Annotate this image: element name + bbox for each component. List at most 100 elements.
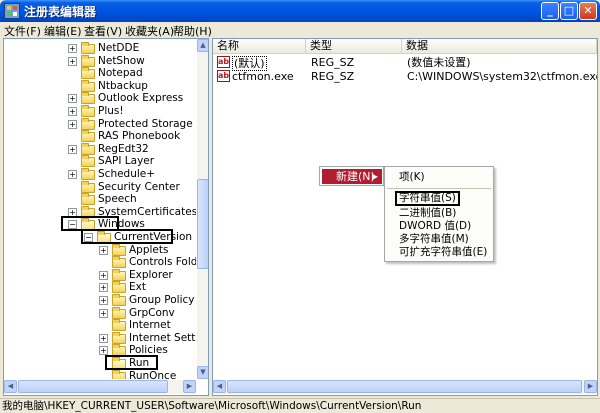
context-menu-new[interactable]: 新建(N) ▶ bbox=[322, 169, 382, 184]
minimize-button[interactable]: _ bbox=[541, 2, 559, 20]
scroll-left-button[interactable]: ◀ bbox=[4, 380, 17, 393]
folder-icon bbox=[81, 117, 95, 130]
window-title: 注册表编辑器 bbox=[24, 5, 97, 19]
tree-item[interactable]: Internet bbox=[4, 319, 196, 332]
expand-icon[interactable]: + bbox=[68, 94, 77, 104]
scroll-left-button[interactable]: ◀ bbox=[213, 380, 226, 393]
folder-icon bbox=[112, 268, 126, 281]
menu-favorites[interactable]: 收藏夹(A) bbox=[125, 23, 174, 39]
list-horizontal-scrollbar[interactable]: ◀ ▶ bbox=[213, 380, 597, 394]
maximize-button[interactable]: □ bbox=[560, 2, 578, 20]
expand-icon[interactable]: + bbox=[68, 56, 77, 66]
column-header-name[interactable]: 名称 bbox=[213, 39, 306, 54]
menu-edit[interactable]: 编辑(E) bbox=[44, 23, 82, 39]
string-value-icon: ab bbox=[217, 56, 230, 68]
folder-icon bbox=[81, 105, 95, 117]
context-menu: 新建(N) ▶ bbox=[319, 166, 384, 186]
tree-item-label: SAPI Layer bbox=[98, 155, 155, 168]
scroll-right-button[interactable]: ▶ bbox=[183, 380, 196, 393]
tree-item-label: Ext bbox=[129, 281, 146, 294]
folder-icon bbox=[81, 92, 95, 105]
expand-icon[interactable]: + bbox=[99, 283, 108, 293]
tree-hscroll-thumb[interactable] bbox=[18, 380, 168, 393]
expand-icon[interactable]: + bbox=[99, 245, 108, 255]
submenu-item-expandable-string-value[interactable]: 可扩充字符串值(E) bbox=[399, 246, 487, 259]
tree-item[interactable]: + Ext bbox=[4, 281, 196, 294]
title-bar[interactable]: 注册表编辑器 _ □ ✕ bbox=[0, 0, 600, 22]
tree-item[interactable]: + RegEdt32 bbox=[4, 142, 196, 156]
tree-item-label: RegEdt32 bbox=[98, 142, 149, 155]
tree-item[interactable]: + Plus! bbox=[4, 105, 196, 118]
expand-icon[interactable]: + bbox=[99, 270, 108, 280]
tree-item-label: RAS Phonebook bbox=[98, 130, 181, 143]
tree-item[interactable]: Notepad bbox=[4, 67, 196, 80]
expand-icon[interactable]: + bbox=[68, 119, 77, 129]
expand-icon[interactable]: + bbox=[68, 170, 77, 179]
expand-icon[interactable]: + bbox=[68, 107, 77, 116]
value-data: C:\WINDOWS\system32\ctfmon.exe bbox=[407, 70, 598, 83]
tree-item[interactable]: Ntbackup bbox=[4, 79, 196, 93]
context-menu-new-label: 新建(N) bbox=[336, 170, 375, 183]
submenu-item-key[interactable]: 项(K) bbox=[399, 171, 425, 184]
expand-icon[interactable]: + bbox=[99, 308, 108, 318]
folder-icon bbox=[112, 243, 126, 256]
tree-item[interactable]: SAPI Layer bbox=[4, 155, 196, 168]
column-header-data[interactable]: 数据 bbox=[402, 39, 597, 54]
value-type: REG_SZ bbox=[311, 70, 355, 83]
tree-item[interactable]: Run bbox=[4, 357, 196, 370]
tree-item-label: Outlook Express bbox=[98, 92, 184, 105]
tree-scroll-thumb[interactable] bbox=[197, 179, 208, 269]
key-tree-pane[interactable]: + NetDDE + NetShow Notepad Ntbackup + Outlook E… bbox=[3, 38, 209, 396]
folder-icon bbox=[112, 294, 126, 306]
expand-icon[interactable]: + bbox=[99, 333, 108, 343]
tree-item[interactable]: + GrpConv bbox=[4, 306, 196, 320]
tree-horizontal-scrollbar[interactable]: ◀ ▶ bbox=[4, 380, 196, 394]
annotation-box bbox=[81, 229, 173, 244]
menu-help[interactable]: 帮助(H) bbox=[173, 23, 212, 39]
submenu-item-string-value[interactable]: 字符串值(S) bbox=[395, 191, 460, 206]
tree-item[interactable]: + NetDDE bbox=[4, 42, 196, 55]
tree-item[interactable]: + Applets bbox=[4, 243, 196, 257]
expand-icon[interactable]: + bbox=[68, 44, 77, 53]
folder-icon bbox=[81, 180, 95, 193]
scroll-up-button[interactable]: ▲ bbox=[197, 39, 208, 52]
tree-item[interactable]: + Policies bbox=[4, 344, 196, 357]
folder-icon bbox=[81, 54, 95, 67]
value-row[interactable]: ab ctfmon.exe REG_SZ C:\WINDOWS\system32… bbox=[215, 70, 598, 84]
tree-item[interactable]: + Protected Storage System bbox=[4, 117, 196, 131]
tree-item[interactable]: + Outlook Express bbox=[4, 92, 196, 105]
close-button[interactable]: ✕ bbox=[579, 2, 597, 20]
tree-item[interactable]: RAS Phonebook bbox=[4, 130, 196, 143]
folder-icon bbox=[112, 331, 126, 344]
tree-item[interactable]: Speech bbox=[4, 193, 196, 206]
menu-file[interactable]: 文件(F) bbox=[4, 23, 41, 39]
expand-icon[interactable]: + bbox=[68, 144, 77, 154]
expand-icon[interactable]: + bbox=[99, 296, 108, 305]
status-bar: 我的电脑\HKEY_CURRENT_USER\Software\Microsof… bbox=[0, 398, 600, 413]
scroll-right-button[interactable]: ▶ bbox=[584, 380, 597, 393]
tree-item[interactable]: + Internet Settings bbox=[4, 331, 196, 345]
list-hscroll-thumb[interactable] bbox=[227, 380, 582, 393]
tree-vertical-scrollbar[interactable]: ▲ ▼ bbox=[197, 39, 208, 379]
menu-view[interactable]: 查看(V) bbox=[84, 23, 122, 39]
submenu-item-binary-value[interactable]: 二进制值(B) bbox=[399, 207, 456, 220]
tree-item-label: Internet Settings bbox=[129, 331, 196, 344]
tree-item-label: Controls Folder bbox=[129, 256, 196, 269]
tree-item[interactable]: + Explorer bbox=[4, 268, 196, 282]
tree-item[interactable]: + Group Policy bbox=[4, 294, 196, 307]
tree-item-label: Schedule+ bbox=[98, 168, 156, 180]
value-type: REG_SZ bbox=[311, 56, 355, 69]
folder-icon bbox=[81, 155, 95, 168]
tree-item[interactable]: Controls Folder bbox=[4, 256, 196, 269]
tree-item[interactable]: + NetShow bbox=[4, 54, 196, 68]
tree-item[interactable]: RunOnce bbox=[4, 369, 196, 379]
submenu-item-dword-value[interactable]: DWORD 值(D) bbox=[399, 220, 471, 233]
scroll-down-button[interactable]: ▼ bbox=[197, 366, 208, 379]
tree-item[interactable]: + Schedule+ bbox=[4, 168, 196, 181]
folder-icon bbox=[112, 319, 126, 332]
tree-item[interactable]: Security Center bbox=[4, 180, 196, 194]
tree-item-label: NetDDE bbox=[98, 42, 140, 54]
column-header-type[interactable]: 类型 bbox=[306, 39, 402, 54]
value-row[interactable]: ab (默认) REG_SZ (数值未设置) bbox=[215, 56, 595, 71]
submenu-item-multi-string-value[interactable]: 多字符串值(M) bbox=[399, 233, 469, 246]
